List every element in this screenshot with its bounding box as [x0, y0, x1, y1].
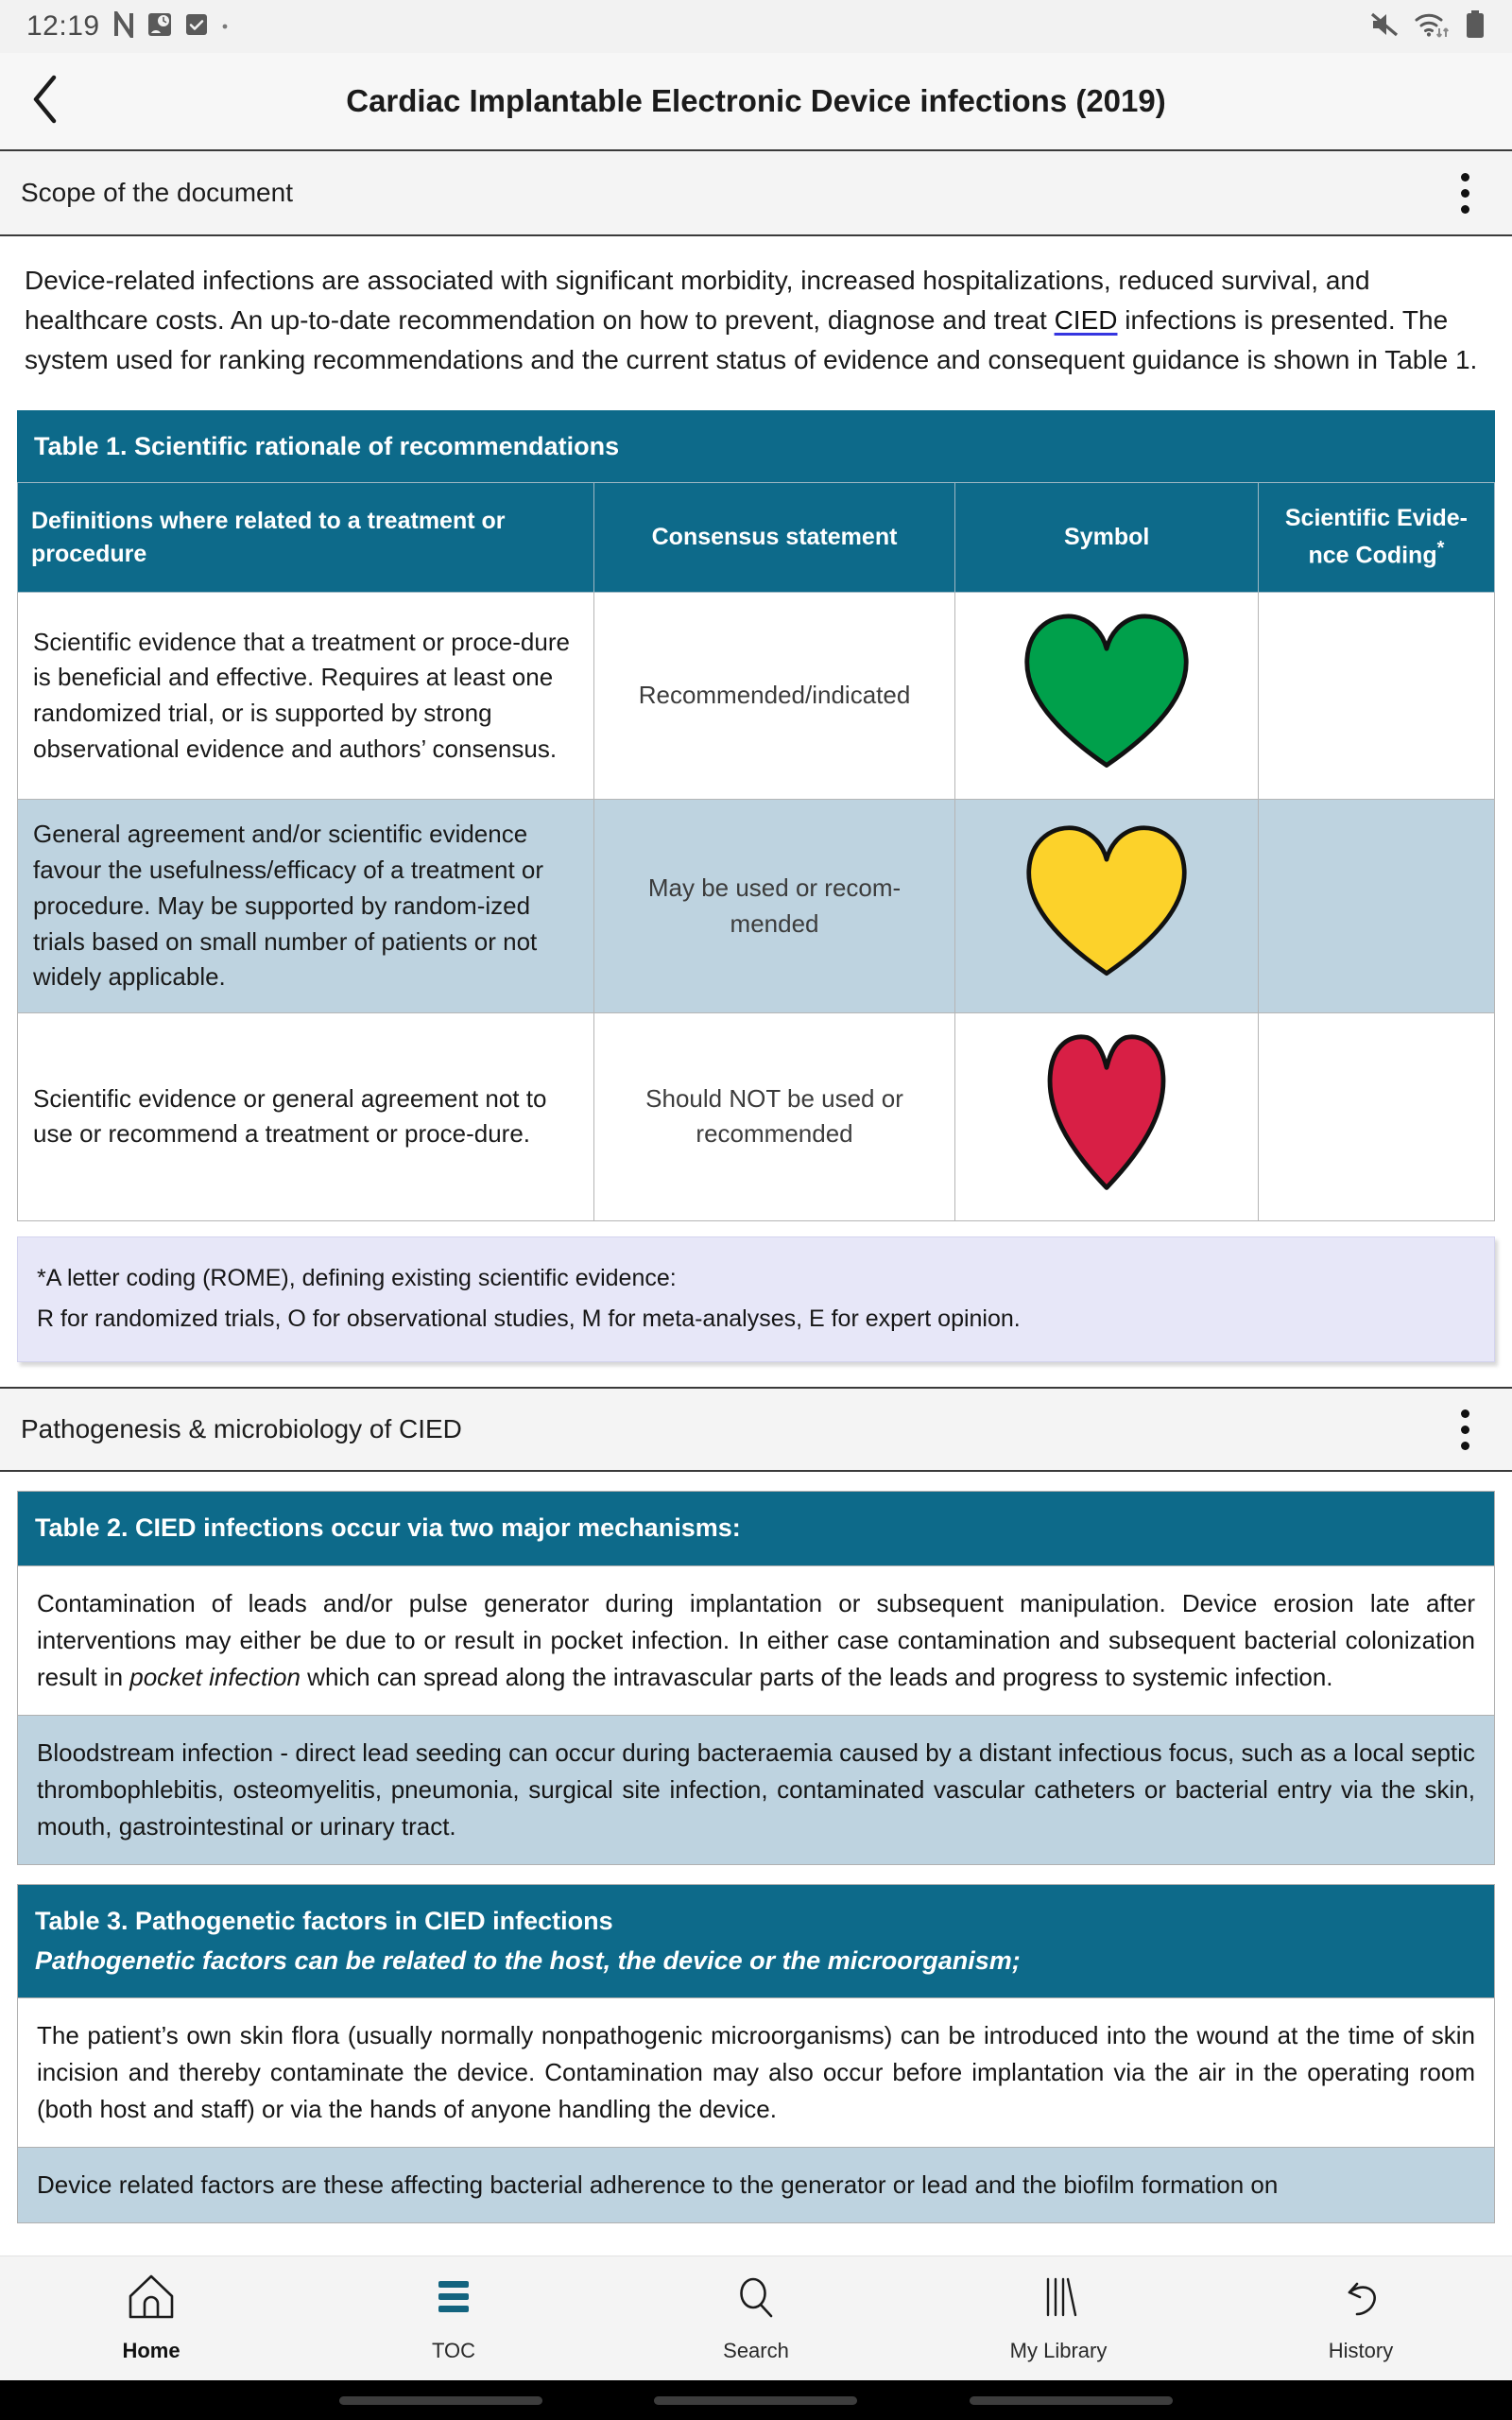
chevron-left-icon	[29, 75, 61, 129]
checkbox-icon	[185, 13, 208, 41]
footnote-line-1: *A letter coding (ROME), defining existi…	[37, 1264, 677, 1291]
table-3-caption-prefix: Table 3. Pathogenetic factors in	[35, 1906, 425, 1935]
nav-item-home[interactable]: Home	[0, 2273, 302, 2363]
nav-label-my-library: My Library	[1009, 2339, 1108, 2362]
table-1-caption: Table 1. Scientific rationale of recomme…	[17, 410, 1495, 483]
cell-definition: Scientific evidence that a treatment or …	[17, 591, 594, 801]
app-screen: 12:19 Cardiac Implantable Electronic Dev…	[0, 0, 1512, 2420]
nav-item-my-library[interactable]: My Library	[907, 2273, 1210, 2363]
nav-item-history[interactable]: History	[1210, 2273, 1512, 2363]
cell-symbol	[954, 799, 1259, 1013]
red-heart-icon	[1036, 1034, 1177, 1199]
table-2-caption-prefix: Table 2.	[35, 1513, 136, 1543]
gesture-pill-home[interactable]	[654, 2395, 858, 2405]
bottom-navigation: Home TOC Search My Library History	[0, 2256, 1512, 2380]
table-3-row-2: Device related factors are these affecti…	[18, 2147, 1494, 2223]
table-2-row-1: Contamination of leads and/or pulse gene…	[18, 1564, 1494, 1715]
battery-icon	[1465, 9, 1486, 43]
table-1-footnote: *A letter coding (ROME), defining existi…	[17, 1236, 1495, 1363]
cied-link[interactable]: CIED	[1055, 305, 1118, 335]
nav-item-search[interactable]: Search	[605, 2273, 907, 2363]
row-text-b: which can spread along the intravascular…	[300, 1662, 1333, 1691]
cied-link[interactable]: CIED	[135, 1513, 197, 1542]
green-heart-icon	[1018, 614, 1195, 778]
table-1-header-row: Definitions where related to a treatment…	[17, 482, 1496, 593]
table-2-row-2: Bloodstream infection - direct lead seed…	[18, 1714, 1494, 1864]
table-3-caption: Table 3. Pathogenetic factors in CIED in…	[18, 1884, 1494, 1998]
status-bar-left: 12:19	[26, 6, 229, 43]
footnote-line-2: R for randomized trials, O for observati…	[37, 1305, 1021, 1333]
col-header-consensus: Consensus statement	[593, 482, 956, 593]
nav-item-toc[interactable]: TOC	[302, 2273, 605, 2363]
cied-link[interactable]: CIED	[424, 1907, 486, 1935]
cell-coding	[1257, 591, 1496, 801]
status-time: 12:19	[26, 10, 100, 42]
kebab-menu-icon[interactable]	[1438, 160, 1491, 226]
nav-label-toc: TOC	[431, 2339, 476, 2362]
nfc-n-icon	[113, 6, 134, 43]
table-2-caption: Table 2. CIED infections occur via two m…	[18, 1492, 1494, 1565]
search-icon	[731, 2273, 781, 2325]
gesture-pill-back[interactable]	[339, 2395, 543, 2405]
wifi-data-icon	[1414, 10, 1452, 43]
nav-label-home: Home	[122, 2339, 180, 2362]
table-3-caption-subtitle: Pathogenetic factors can be related to t…	[35, 1945, 1021, 1975]
cell-definition: Scientific evidence or general agreement…	[17, 1011, 594, 1221]
cell-symbol	[954, 591, 1259, 801]
table-2: Table 2. CIED infections occur via two m…	[17, 1491, 1495, 1865]
books-icon	[1034, 2273, 1083, 2325]
system-gesture-bar	[0, 2380, 1512, 2420]
document-scroll-area[interactable]: Scope of the document Device-related inf…	[0, 151, 1512, 2256]
home-icon	[127, 2273, 176, 2325]
list-icon	[429, 2273, 478, 2325]
nav-label-search: Search	[723, 2339, 789, 2362]
kebab-menu-icon[interactable]	[1438, 1396, 1491, 1462]
row-text-italic: pocket infection	[129, 1662, 301, 1691]
table-row: Scientific evidence that a treatment or …	[17, 591, 1496, 801]
table-3-row-1: The patient’s own skin flora (usually no…	[18, 1997, 1494, 2148]
table-3-caption-suffix: infections	[485, 1906, 613, 1935]
back-button[interactable]	[0, 75, 91, 129]
dot-icon	[221, 18, 229, 35]
table-row: General agreement and/or scientific evid…	[17, 799, 1496, 1013]
cell-consensus: May be used or recom-mended	[593, 799, 956, 1013]
cell-definition: General agreement and/or scientific evid…	[17, 799, 594, 1013]
section-header-scope[interactable]: Scope of the document	[0, 151, 1512, 236]
table-row: Scientific evidence or general agreement…	[17, 1011, 1496, 1221]
cell-symbol	[954, 1011, 1259, 1221]
page-title: Cardiac Implantable Electronic Device in…	[346, 83, 1166, 118]
intro-paragraph: Device-related infections are associated…	[0, 236, 1512, 389]
status-bar-right	[1370, 9, 1486, 43]
cell-coding	[1257, 1011, 1496, 1221]
nav-label-history: History	[1328, 2339, 1394, 2362]
alarm-icon	[147, 12, 172, 42]
table-3: Table 3. Pathogenetic factors in CIED in…	[17, 1883, 1495, 2224]
table-2-caption-suffix: infections occur via two major mechanism…	[196, 1513, 741, 1543]
app-bar: Cardiac Implantable Electronic Device in…	[0, 53, 1512, 151]
cell-coding	[1257, 799, 1496, 1013]
section-header-pathogenesis[interactable]: Pathogenesis & microbiology of CIED	[0, 1387, 1512, 1473]
cell-consensus: Should NOT be used or recommended	[593, 1011, 956, 1221]
undo-arrow-icon	[1336, 2273, 1385, 2325]
section-title-scope: Scope of the document	[21, 178, 293, 207]
mute-icon	[1370, 10, 1400, 43]
table-1: Table 1. Scientific rationale of recomme…	[17, 410, 1496, 1221]
col-header-definitions: Definitions where related to a treatment…	[17, 482, 594, 593]
cell-consensus: Recommended/indicated	[593, 591, 956, 801]
col-header-symbol: Symbol	[954, 482, 1259, 593]
gesture-pill-recents[interactable]	[969, 2395, 1173, 2405]
col-header-coding: Scientific Evide-nce Coding*	[1257, 482, 1496, 593]
section-title-pathogenesis: Pathogenesis & microbiology of CIED	[21, 1414, 462, 1444]
yellow-heart-icon	[1018, 825, 1195, 986]
footnote-star: *	[1436, 538, 1445, 560]
status-bar: 12:19	[0, 0, 1512, 53]
